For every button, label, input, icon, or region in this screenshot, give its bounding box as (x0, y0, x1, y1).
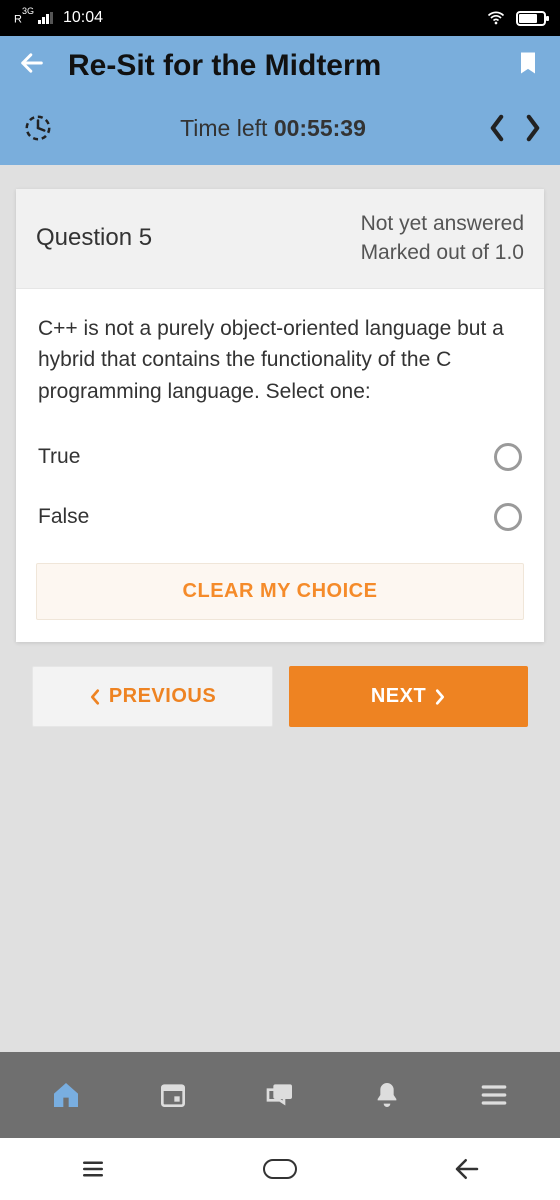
tab-menu[interactable] (474, 1075, 514, 1115)
os-recent-button[interactable] (74, 1150, 112, 1188)
clock: 10:04 (63, 9, 103, 27)
os-nav-bar (0, 1138, 560, 1200)
question-prev-button[interactable] (488, 114, 506, 142)
next-button[interactable]: NEXT (289, 666, 528, 727)
question-text: C++ is not a purely object-oriented lang… (16, 289, 544, 416)
option-label: True (38, 445, 80, 469)
bookmark-button[interactable] (514, 48, 542, 83)
question-next-button[interactable] (524, 114, 542, 142)
question-status: Not yet answered Marked out of 1.0 (361, 209, 524, 268)
clear-choice-button[interactable]: CLEAR MY CHOICE (36, 563, 524, 620)
network-label: R3G (14, 11, 34, 26)
os-home-button[interactable] (261, 1150, 299, 1188)
question-card: Question 5 Not yet answered Marked out o… (16, 189, 544, 642)
tab-messages[interactable] (260, 1075, 300, 1115)
timer-icon (18, 113, 58, 143)
app-tab-bar (0, 1052, 560, 1138)
question-number: Question 5 (36, 224, 152, 252)
option-false[interactable]: False (38, 487, 522, 547)
back-button[interactable] (18, 49, 54, 82)
tab-calendar[interactable] (153, 1075, 193, 1115)
tab-notifications[interactable] (367, 1075, 407, 1115)
os-status-bar: R3G 10:04 (0, 0, 560, 36)
content-area: Question 5 Not yet answered Marked out o… (0, 165, 560, 1052)
signal-icon (38, 12, 53, 24)
os-back-button[interactable] (448, 1150, 486, 1188)
option-label: False (38, 505, 89, 529)
radio-icon (494, 443, 522, 471)
wifi-icon (486, 8, 506, 28)
previous-button[interactable]: PREVIOUS (32, 666, 273, 727)
option-true[interactable]: True (38, 427, 522, 487)
tab-home[interactable] (46, 1075, 86, 1115)
battery-icon (516, 11, 546, 26)
radio-icon (494, 503, 522, 531)
app-header: Re-Sit for the Midterm Time left 00:55:3… (0, 36, 560, 165)
page-title: Re-Sit for the Midterm (54, 49, 514, 83)
timer-label: Time left 00:55:39 (58, 115, 488, 142)
